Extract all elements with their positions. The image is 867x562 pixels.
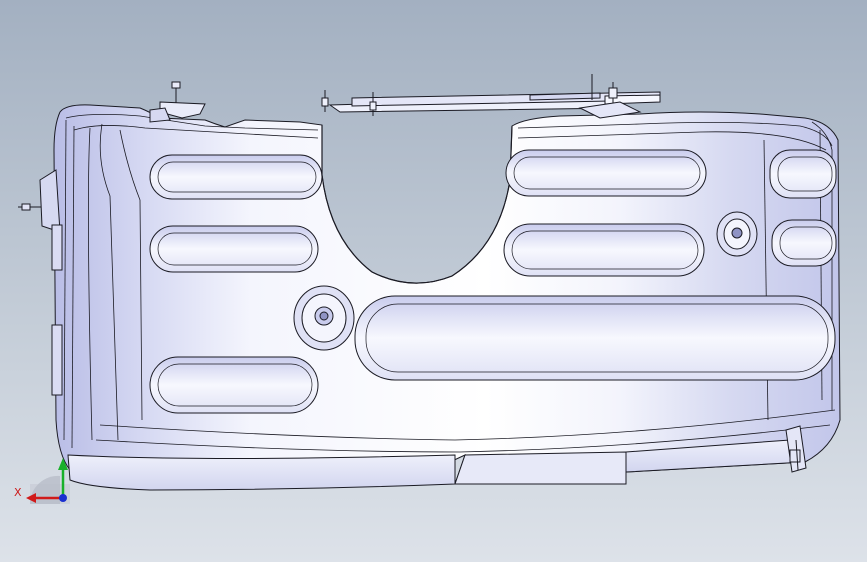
mounting-boss-right bbox=[716, 211, 758, 257]
slot-large-center bbox=[354, 295, 836, 381]
filler-neck-bracket bbox=[149, 81, 206, 123]
cad-viewport[interactable]: X bbox=[0, 0, 867, 562]
slot-upper-left bbox=[149, 154, 323, 200]
slot-lower-left bbox=[149, 356, 319, 414]
slot-middle-right bbox=[503, 223, 705, 277]
cad-model-view[interactable]: X bbox=[0, 0, 867, 562]
triad-x-label: X bbox=[14, 486, 22, 499]
top-bracket-rail bbox=[321, 74, 661, 119]
mounting-boss-center bbox=[293, 285, 355, 351]
